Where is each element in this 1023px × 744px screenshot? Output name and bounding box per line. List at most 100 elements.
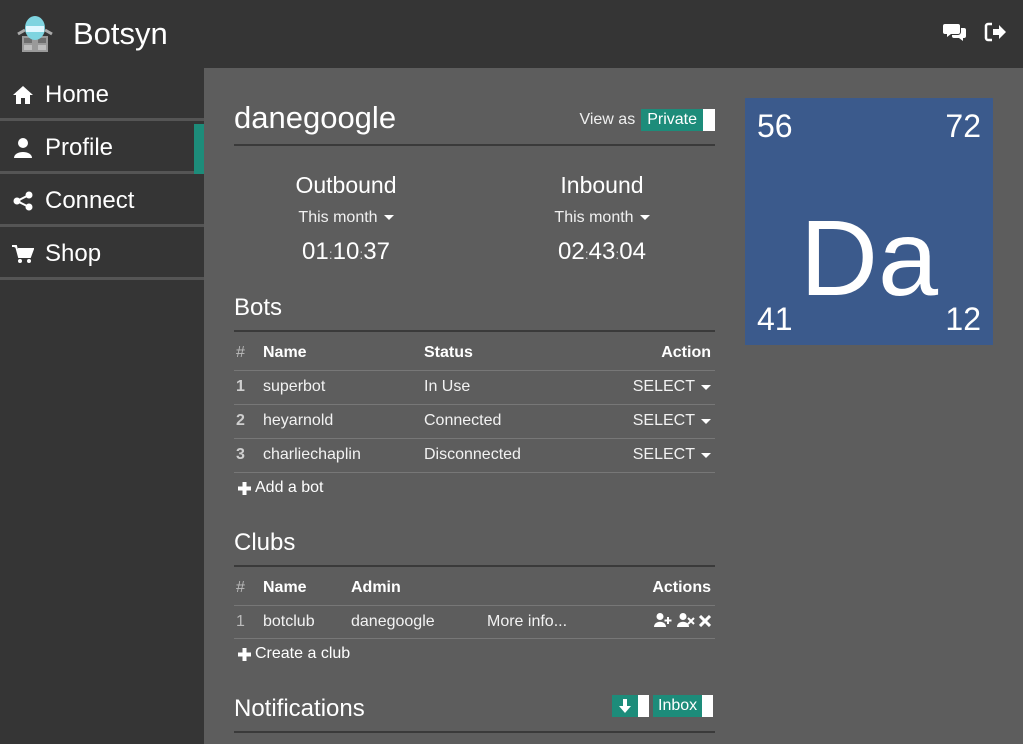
minutes: 43	[588, 238, 616, 265]
caret-down-icon	[383, 215, 394, 221]
sidebar-item-profile[interactable]: Profile	[0, 124, 204, 174]
select-label: SELECT	[632, 412, 695, 429]
card-top-right: 72	[945, 108, 981, 144]
hours: 01	[302, 238, 329, 265]
card-bottom-left: 41	[757, 301, 793, 337]
clubs-table: # Name Admin Actions 1 botclub danegoogl…	[234, 572, 715, 639]
row-number: 3	[234, 437, 263, 472]
view-as-control: View as Private	[579, 109, 715, 131]
table-header: # Name Status Action	[234, 337, 715, 370]
sidebar-item-shop[interactable]: Shop	[0, 230, 204, 280]
col-admin: Admin	[351, 579, 401, 597]
bot-status: In Use	[424, 369, 582, 404]
card-top-left: 56	[757, 108, 793, 144]
notifications-heading: Notifications	[234, 695, 365, 722]
col-name: Name	[263, 579, 307, 597]
minutes: 10	[332, 238, 360, 265]
inbound-time: 02:43:04	[558, 238, 646, 265]
divider	[234, 731, 715, 733]
outbound-period-select[interactable]: This month	[226, 209, 466, 227]
col-name: Name	[263, 344, 307, 362]
club-admin: danegoogle	[351, 604, 487, 639]
sidebar-item-label: Home	[45, 80, 110, 108]
view-as-label: View as	[579, 111, 636, 128]
inbound-heading: Inbound	[560, 172, 644, 198]
sign-out-icon[interactable]	[983, 20, 1007, 44]
table-row: 2 heyarnold Connected SELECT	[234, 403, 715, 438]
download-toggle[interactable]	[612, 695, 649, 717]
app-title[interactable]: Botsyn	[73, 16, 168, 52]
seconds: 37	[363, 238, 390, 265]
sidebar-item-label: Shop	[45, 239, 102, 267]
divider	[234, 330, 715, 332]
card-bottom-right: 12	[945, 301, 981, 337]
inbound-period-select[interactable]: This month	[482, 209, 722, 227]
table-row: 3 charliechaplin Disconnected SELECT	[234, 437, 715, 472]
bots-table: # Name Status Action 1 superbot In Use S…	[234, 337, 715, 472]
sidebar-item-home[interactable]: Home	[0, 71, 204, 121]
bots-heading: Bots	[234, 294, 283, 321]
caret-down-icon	[701, 384, 711, 390]
divider	[234, 638, 715, 639]
card-symbol: Da	[799, 197, 939, 318]
inbound-period: This month	[554, 209, 634, 226]
plus-icon	[238, 647, 251, 661]
cart-icon	[12, 243, 34, 265]
remove-member-icon[interactable]	[676, 612, 695, 631]
caret-down-icon	[639, 215, 650, 221]
sidebar: Home Profile Connect Shop	[0, 68, 204, 744]
hours: 02	[558, 238, 585, 265]
arrow-down-icon	[612, 695, 638, 717]
divider	[234, 565, 715, 567]
delete-club-icon[interactable]	[698, 614, 712, 631]
seconds: 04	[619, 238, 646, 265]
home-icon	[12, 84, 34, 106]
privacy-value: Private	[641, 109, 703, 131]
inbox-toggle[interactable]: Inbox	[653, 695, 714, 717]
user-icon	[12, 137, 34, 159]
col-number: #	[236, 579, 245, 597]
sidebar-item-connect[interactable]: Connect	[0, 177, 204, 227]
bot-select-dropdown[interactable]: SELECT	[633, 378, 711, 396]
share-icon	[12, 190, 34, 212]
bot-name: charliechaplin	[263, 437, 424, 472]
toggle-knob	[702, 695, 714, 717]
clubs-heading: Clubs	[234, 529, 296, 556]
sidebar-item-label: Profile	[45, 133, 114, 161]
outbound-time: 01:10:37	[302, 238, 390, 265]
table-row: 1 botclub danegoogle More info...	[234, 604, 715, 639]
divider	[234, 472, 715, 473]
create-club-label: Create a club	[255, 645, 351, 662]
robot-logo-icon[interactable]	[12, 10, 58, 56]
active-indicator	[194, 124, 204, 174]
toggle-knob	[703, 109, 715, 131]
add-bot-label: Add a bot	[255, 479, 324, 496]
more-info-link[interactable]: More info...	[487, 604, 615, 639]
profile-panel: danegoogle View as Private Outbound This…	[234, 96, 715, 286]
privacy-toggle[interactable]: Private	[641, 109, 715, 131]
bot-select-dropdown[interactable]: SELECT	[633, 446, 711, 464]
inbox-label: Inbox	[653, 695, 703, 717]
col-action: Action	[661, 344, 711, 362]
sidebar-item-label: Connect	[45, 186, 135, 214]
select-label: SELECT	[632, 446, 695, 464]
bot-status: Connected	[424, 403, 582, 438]
row-number: 1	[234, 604, 263, 639]
toggle-knob	[638, 695, 649, 717]
chat-icon[interactable]	[943, 20, 967, 44]
bot-name: heyarnold	[263, 403, 424, 438]
outbound-period: This month	[298, 209, 378, 226]
add-bot-link[interactable]: Add a bot	[238, 479, 324, 497]
add-member-icon[interactable]	[654, 612, 672, 631]
create-club-link[interactable]: Create a club	[238, 645, 350, 663]
row-number: 1	[234, 369, 263, 404]
col-actions: Actions	[652, 579, 711, 597]
bot-select-dropdown[interactable]: SELECT	[633, 412, 711, 430]
bot-name: superbot	[263, 369, 424, 404]
row-number: 2	[234, 403, 263, 438]
time-stats: Outbound This month 01:10:37 Inbound Thi…	[234, 146, 715, 286]
table-header: # Name Admin Actions	[234, 572, 715, 605]
top-bar: Botsyn	[0, 0, 1023, 68]
page-title: danegoogle	[234, 100, 397, 135]
table-row: 1 superbot In Use SELECT	[234, 369, 715, 404]
